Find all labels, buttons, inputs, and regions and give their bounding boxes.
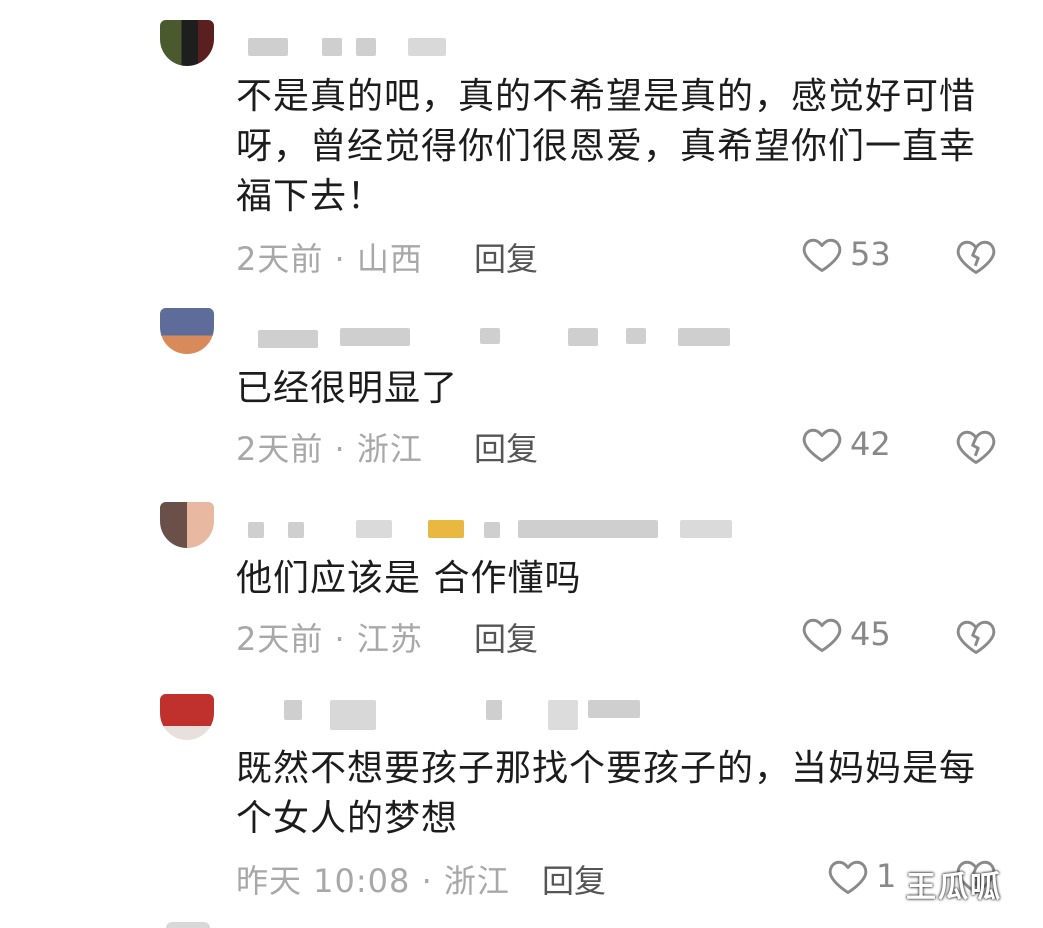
comment-meta: 2天前 · 江苏	[236, 620, 423, 658]
like-button[interactable]: 53	[800, 232, 891, 276]
heart-outline-icon	[800, 612, 844, 656]
reply-button[interactable]: 回复	[474, 424, 538, 470]
like-count: 45	[850, 615, 891, 653]
watermark: 王瓜呱	[906, 870, 1002, 905]
like-count: 1	[876, 857, 897, 895]
comment-meta: 2天前 · 山西	[236, 240, 423, 278]
comment-text: 不是真的吧，真的不希望是真的，感觉好可惜呀，曾经觉得你们很恩爱，真希望你们一直幸…	[236, 76, 977, 217]
dislike-button[interactable]	[954, 614, 998, 658]
heart-outline-icon	[826, 854, 870, 898]
avatar[interactable]	[160, 20, 214, 66]
comment-text: 他们应该是 合作懂吗	[236, 558, 582, 599]
reply-button[interactable]: 回复	[542, 856, 606, 902]
like-button[interactable]: 45	[800, 612, 891, 656]
like-count: 53	[850, 235, 891, 273]
dislike-button[interactable]	[954, 234, 998, 278]
reply-button[interactable]: 回复	[474, 614, 538, 660]
broken-heart-icon	[954, 424, 998, 468]
comment-text: 既然不想要孩子那找个要孩子的，当妈妈是每个女人的梦想	[236, 748, 977, 839]
broken-heart-icon	[954, 614, 998, 658]
avatar[interactable]	[160, 308, 214, 354]
heart-outline-icon	[800, 232, 844, 276]
dislike-button[interactable]	[954, 424, 998, 468]
like-button[interactable]: 42	[800, 422, 891, 466]
comment-meta: 2天前 · 浙江	[236, 430, 423, 468]
like-count: 42	[850, 425, 891, 463]
broken-heart-icon	[954, 234, 998, 278]
avatar-partial[interactable]	[166, 922, 210, 928]
reply-button[interactable]: 回复	[474, 234, 538, 280]
avatar[interactable]	[160, 502, 214, 548]
comment-text: 已经很明显了	[236, 368, 459, 409]
heart-outline-icon	[800, 422, 844, 466]
avatar[interactable]	[160, 694, 214, 740]
comment-meta: 昨天 10:08 · 浙江	[236, 862, 510, 900]
like-button[interactable]: 1	[826, 854, 896, 898]
